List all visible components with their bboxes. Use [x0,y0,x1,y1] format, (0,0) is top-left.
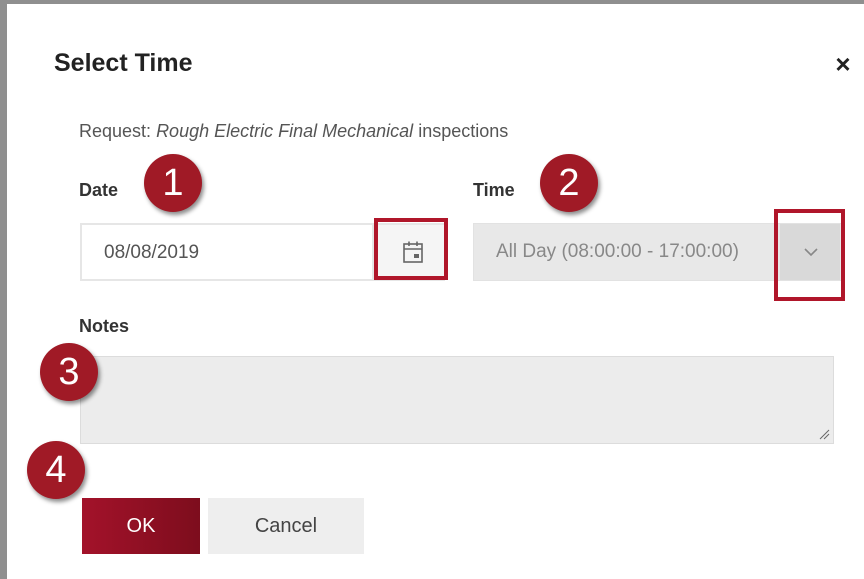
date-value[interactable]: 08/08/2019 [104,242,199,264]
request-description: Request: Rough Electric Final Mechanical… [79,121,508,142]
annotation-badge-3: 3 [40,343,98,401]
dialog: Select Time × Request: Rough Electric Fi… [0,0,864,579]
ok-button[interactable]: OK [82,498,200,554]
annotation-badge-1: 1 [144,154,202,212]
date-label: Date [79,180,119,200]
resize-grip-icon[interactable] [818,428,830,440]
calendar-highlight-box [374,218,448,280]
annotation-badge-2: 2 [540,154,598,212]
time-value[interactable]: All Day (08:00:00 - 17:00:00) [496,241,776,263]
close-icon[interactable]: × [830,51,856,77]
request-types: Rough Electric Final Mechanical [156,121,414,141]
cancel-button[interactable]: Cancel [208,498,364,554]
notes-label: Notes [79,316,130,336]
request-prefix: Request: [79,121,152,141]
annotation-badge-4: 4 [27,441,85,499]
dialog-title: Select Time [54,49,193,77]
dropdown-highlight-box [774,209,845,301]
notes-textarea[interactable] [80,356,834,444]
time-label: Time [473,180,515,200]
request-suffix: inspections [418,121,509,141]
